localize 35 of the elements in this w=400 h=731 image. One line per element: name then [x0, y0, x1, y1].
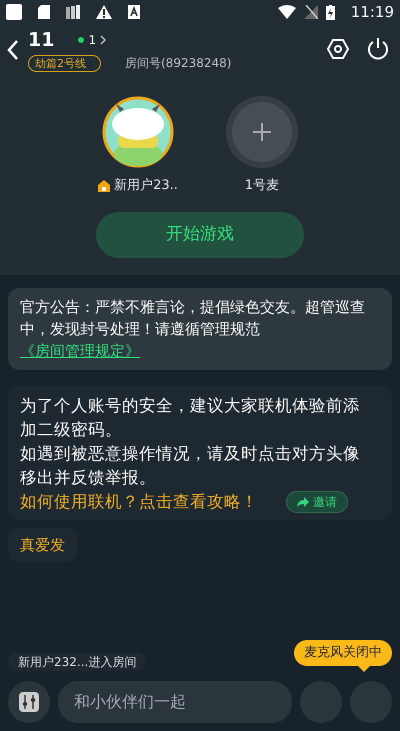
message-input[interactable]: 和小伙伴们一起	[58, 680, 292, 722]
chat-message: 真爱发	[8, 528, 77, 562]
avatar-drawing[interactable]	[102, 96, 174, 168]
share-icon	[297, 496, 309, 506]
tooltip-pointer	[358, 666, 370, 672]
guide-link[interactable]: 如何使用联机？点击查看攻略！	[20, 490, 258, 514]
status-time: 11:19	[350, 2, 394, 23]
warning-icon	[96, 5, 112, 19]
plus-icon	[252, 122, 272, 142]
system-message-text: 为了个人账号的安全，建议大家联机体验前添加二级密码。	[20, 394, 361, 440]
online-count[interactable]: 1	[78, 31, 106, 49]
join-notice: 新用户232...进入房间	[8, 653, 146, 671]
power-button[interactable]	[366, 36, 390, 62]
sliders-icon	[19, 692, 39, 712]
sd-card-icon	[38, 5, 50, 19]
room-id: 房间号(89238248)	[125, 55, 232, 72]
announcement: 官方公告：严禁不雅言论，提倡绿色交友。超管巡查中，发现封号处理！请遵循管理规范 《房间管理规定》	[8, 288, 392, 370]
stack-icon	[66, 5, 80, 19]
rules-link[interactable]: 《房间管理规定》	[20, 342, 140, 360]
no-signal-icon	[304, 5, 318, 19]
system-message-text: 如遇到被恶意操作情况，请及时点击对方头像移出并反馈举报。	[20, 442, 361, 488]
settings-button[interactable]	[326, 36, 350, 62]
chevron-right-icon	[100, 35, 106, 45]
mic-off-tooltip: 麦克风关闭中	[294, 640, 392, 666]
room-title: 11	[28, 28, 54, 53]
seat-name: 1号麦	[244, 177, 280, 195]
mixer-button[interactable]	[8, 680, 50, 722]
seat-name: 新用户23..	[114, 177, 178, 195]
battery-charging-icon	[326, 4, 335, 20]
invite-button[interactable]: 邀请	[286, 490, 348, 512]
font-icon	[128, 5, 140, 19]
wifi-icon	[278, 5, 296, 19]
notification-icon	[6, 4, 22, 20]
line-tag: 劫篇2号线	[28, 54, 101, 72]
start-game-button[interactable]: 开始游戏	[96, 212, 304, 258]
